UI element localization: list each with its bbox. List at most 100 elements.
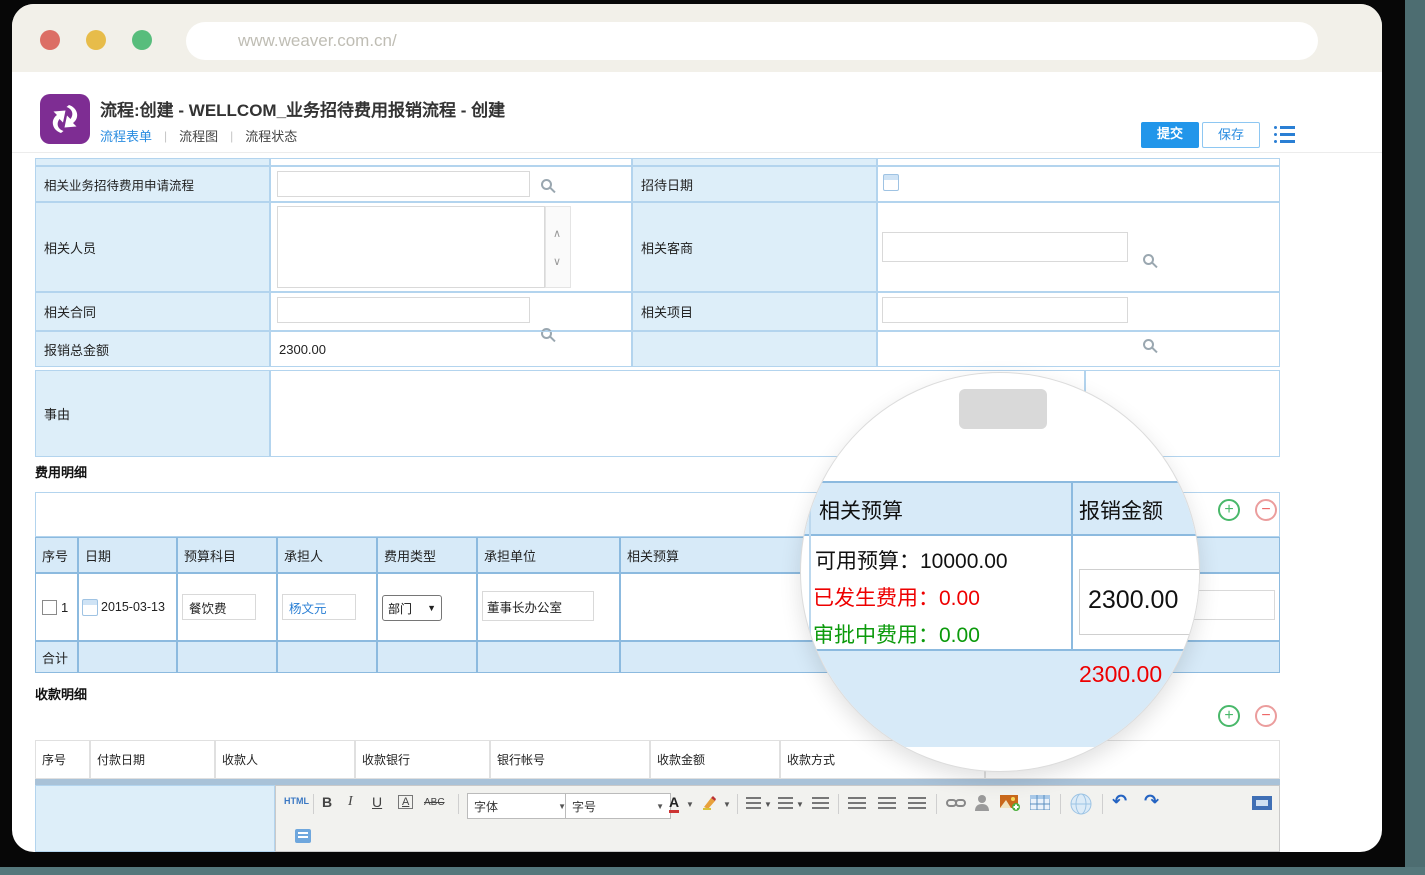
toolbar-separator xyxy=(1102,794,1103,814)
expense-header-bearer: 承担人 xyxy=(277,537,377,573)
expense-total-cell xyxy=(477,641,620,673)
payment-section-title: 收款明细 xyxy=(35,684,87,703)
expense-total-cell xyxy=(78,641,177,673)
font-size-value: 字号 xyxy=(572,798,596,815)
loupe-amount-input: 2300.00 xyxy=(1079,569,1200,635)
page-title: 流程:创建 - WELLCOM_业务招待费用报销流程 - 创建 xyxy=(100,96,505,121)
toolbar-separator xyxy=(458,794,459,814)
anchor-person-button[interactable] xyxy=(974,794,990,812)
payment-remove-row-icon[interactable]: − xyxy=(1255,705,1277,727)
maximize-window-button[interactable] xyxy=(132,30,152,50)
payment-header-pay-date: 付款日期 xyxy=(90,740,215,779)
related-person-label: 相关人员 xyxy=(35,202,270,292)
related-merchant-input[interactable] xyxy=(882,232,1128,262)
redo-button[interactable]: ↷ xyxy=(1144,791,1159,812)
budget-subject-input[interactable]: 餐饮费 xyxy=(182,594,256,620)
expense-header-expense-type: 费用类型 xyxy=(377,537,477,573)
expense-header-budget-subject: 预算科目 xyxy=(177,537,277,573)
spinner-up-icon[interactable]: ∧ xyxy=(553,229,561,240)
fullscreen-button[interactable] xyxy=(1252,796,1272,810)
toolbar-separator xyxy=(737,794,738,814)
ordered-list-caret-icon[interactable]: ▼ xyxy=(764,800,772,809)
bearer-unit-input[interactable]: 董事长办公室 xyxy=(482,591,594,621)
reason-label: 事由 xyxy=(35,370,270,457)
payment-header-bank: 收款银行 xyxy=(355,740,490,779)
insert-table-button[interactable] xyxy=(1030,795,1050,810)
tab-process-form[interactable]: 流程表单 xyxy=(100,126,152,145)
tab-process-status[interactable]: 流程状态 xyxy=(245,126,297,145)
globe-button[interactable] xyxy=(1070,793,1092,815)
expense-type-select[interactable]: 部门 ▼ xyxy=(382,595,442,621)
loupe-available-budget: 可用预算：10000.00 xyxy=(815,545,1008,575)
close-window-button[interactable] xyxy=(40,30,60,50)
add-row-icon[interactable]: + xyxy=(1218,499,1240,521)
loupe-amount-value: 2300.00 xyxy=(1088,586,1178,615)
related-contract-input[interactable] xyxy=(277,297,530,323)
remove-row-icon[interactable]: − xyxy=(1255,499,1277,521)
form-sliver-cell xyxy=(632,158,877,166)
row-checkbox[interactable] xyxy=(42,600,57,615)
align-right-button[interactable] xyxy=(908,797,926,810)
italic-button[interactable]: I xyxy=(348,794,353,810)
attachment-icon[interactable] xyxy=(295,829,311,843)
save-button[interactable]: 保存 xyxy=(1202,122,1260,148)
dropdown-caret-icon: ▼ xyxy=(656,802,664,811)
total-amount-label: 报销总金额 xyxy=(35,331,270,367)
indent-button[interactable] xyxy=(812,797,829,810)
align-left-button[interactable] xyxy=(848,797,866,810)
loupe-budget-header: 相关预算 xyxy=(819,495,903,525)
form-sliver-cell xyxy=(877,158,1280,166)
more-menu-icon[interactable] xyxy=(1274,126,1295,143)
expense-header-no: 序号 xyxy=(35,537,78,573)
font-family-dropdown[interactable]: 字体▼ xyxy=(467,793,573,819)
bold-button[interactable]: B xyxy=(322,794,332,810)
tab-bar: 流程表单 | 流程图 | 流程状态 xyxy=(100,126,297,145)
undo-button[interactable]: ↶ xyxy=(1112,791,1127,812)
magnifier-loupe: 相关预算 报销金额 可用预算：10000.00 已发生费用：0.00 审批中费用… xyxy=(800,372,1200,772)
bullet-list-button[interactable] xyxy=(778,797,793,810)
expense-header-date: 日期 xyxy=(78,537,177,573)
toolbar-separator xyxy=(313,794,314,814)
minimize-window-button[interactable] xyxy=(86,30,106,50)
bullet-list-caret-icon[interactable]: ▼ xyxy=(796,800,804,809)
font-size-dropdown[interactable]: 字号 ▼ xyxy=(565,793,671,819)
tab-separator: | xyxy=(164,129,167,143)
highlight-caret-icon[interactable]: ▼ xyxy=(723,800,731,809)
highlight-button[interactable] xyxy=(702,795,720,811)
related-flow-search-icon[interactable] xyxy=(541,179,552,190)
html-mode-button[interactable]: HTML xyxy=(284,796,309,806)
expense-row-no-cell: 1 xyxy=(35,573,78,641)
payment-header-amount: 收款金额 xyxy=(650,740,780,779)
related-contract-label: 相关合同 xyxy=(35,292,270,331)
tab-separator: | xyxy=(230,129,233,143)
insert-image-button[interactable] xyxy=(1000,795,1021,811)
spinner-down-icon[interactable]: ∨ xyxy=(553,257,561,268)
related-person-textarea[interactable] xyxy=(277,206,545,288)
related-project-input[interactable] xyxy=(882,297,1128,323)
payment-add-row-icon[interactable]: + xyxy=(1218,705,1240,727)
align-center-button[interactable] xyxy=(878,797,896,810)
calendar-icon[interactable] xyxy=(883,174,899,191)
strikethrough-button[interactable]: ABC xyxy=(424,797,445,808)
font-color-button[interactable]: A xyxy=(669,794,679,813)
payment-header-account: 银行帐号 xyxy=(490,740,650,779)
row-calendar-icon[interactable] xyxy=(82,599,98,616)
link-button[interactable] xyxy=(946,797,966,809)
expense-type-value: 部门 xyxy=(388,600,412,617)
empty-field-cell xyxy=(877,331,1280,367)
font-color-caret-icon[interactable]: ▼ xyxy=(686,800,694,809)
person-spinner: ∧ ∨ xyxy=(545,206,571,288)
ordered-list-button[interactable] xyxy=(746,797,761,810)
url-bar[interactable]: www.weaver.com.cn/ xyxy=(186,22,1318,60)
submit-button[interactable]: 提交 xyxy=(1141,122,1199,148)
tab-process-diagram[interactable]: 流程图 xyxy=(179,126,218,145)
related-flow-input[interactable] xyxy=(277,171,530,197)
related-merchant-search-icon[interactable] xyxy=(1143,254,1154,265)
underline-button[interactable]: U xyxy=(372,794,382,810)
bearer-input[interactable]: 杨文元 xyxy=(282,594,356,620)
payment-header-payee: 收款人 xyxy=(215,740,355,779)
font-style-box-button[interactable]: A xyxy=(398,795,413,809)
form-sliver-cell xyxy=(270,158,632,166)
expense-total-label: 合计 xyxy=(35,641,78,673)
entertain-date-label: 招待日期 xyxy=(632,166,877,202)
